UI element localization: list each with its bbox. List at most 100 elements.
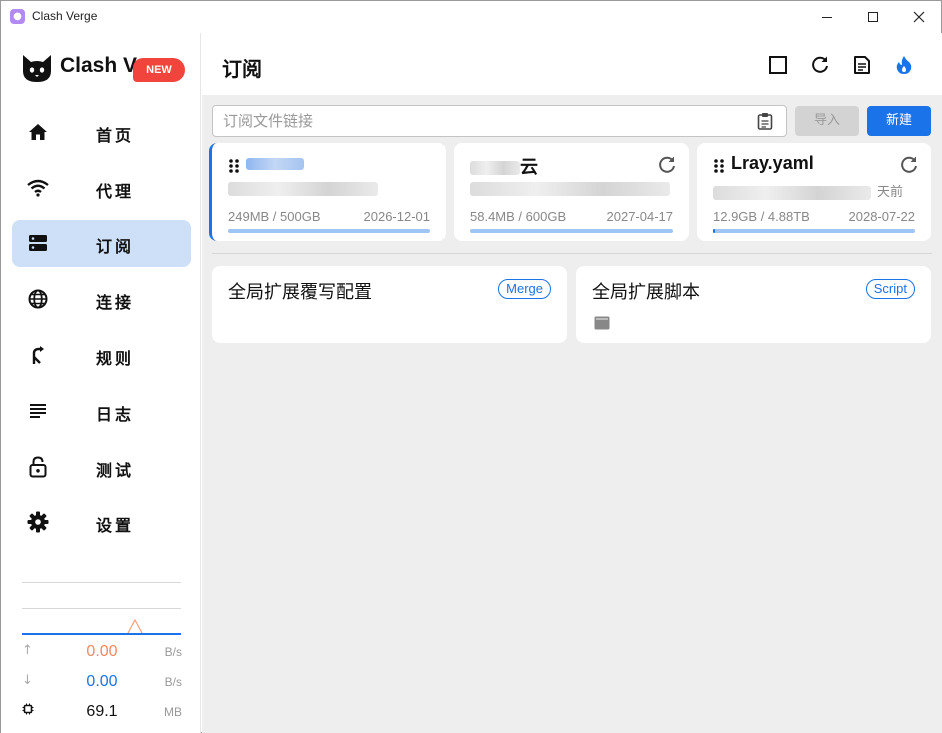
profile-name: 云 — [470, 153, 538, 179]
sidebar-item-label: 首页 — [96, 126, 135, 145]
profile-usage: 12.9GB / 4.88TB — [713, 209, 810, 224]
memory-value: 69.1 — [86, 703, 118, 720]
profile-expire: 2028-07-22 — [848, 209, 916, 224]
extension-type-tag: Script — [865, 279, 915, 299]
title-bar: ● Clash Verge — [1, 1, 941, 33]
profile-card[interactable]: 云 58.4MB / 600GB 2027-04-17 — [454, 143, 689, 241]
sidebar-item-logs[interactable]: 日志 — [12, 388, 191, 435]
section-divider — [212, 253, 932, 254]
maximize-icon — [868, 12, 878, 22]
sidebar-item-rules[interactable]: 规则 — [12, 332, 191, 379]
profile-expire: 2027-04-17 — [606, 209, 674, 224]
refresh-icon — [659, 156, 675, 173]
upload-speed-unit: B/s — [164, 645, 182, 659]
minimize-button[interactable] — [804, 1, 850, 33]
fork-icon — [27, 344, 49, 366]
app-window: ● Clash Verge Clash Verge NEW 首页 代理 — [0, 0, 942, 733]
cat-logo-icon — [23, 55, 51, 82]
profile-expire: 2026-12-01 — [363, 209, 431, 224]
memory-row: 69.1 MB — [22, 703, 182, 723]
main-content: 订阅 订阅文件链接 导入 新建 249MB / 500GB 2026-12-01… — [202, 33, 942, 733]
global-merge-card[interactable]: 全局扩展覆写配置 Merge — [212, 266, 567, 343]
clipboard-icon[interactable] — [757, 112, 773, 134]
extension-title: 全局扩展脚本 — [592, 282, 700, 303]
traffic-graph-peak — [127, 619, 143, 634]
lines-icon — [27, 400, 49, 422]
arrow-down-icon: ↓ — [22, 673, 33, 688]
sidebar-divider — [22, 582, 181, 583]
sidebar-item-home[interactable]: 首页 — [12, 109, 191, 156]
extension-type-tag: Merge — [498, 279, 551, 299]
minimize-icon — [822, 16, 832, 18]
profile-usage-bar — [713, 229, 915, 233]
wifi-icon — [27, 177, 49, 199]
sidebar-item-label: 测试 — [96, 461, 135, 480]
refresh-icon — [812, 56, 828, 73]
sidebar-item-label: 订阅 — [96, 237, 135, 256]
maximize-button[interactable] — [850, 1, 896, 33]
sidebar-item-test[interactable]: 测试 — [12, 444, 191, 491]
home-icon — [27, 121, 49, 143]
sidebar-item-label: 设置 — [96, 516, 135, 535]
download-speed-unit: B/s — [164, 675, 182, 689]
upload-speed-row: ↑ 0.00 B/s — [22, 643, 182, 663]
sidebar-item-label: 连接 — [96, 293, 135, 312]
profile-update-info — [470, 181, 670, 196]
sidebar-item-label: 代理 — [96, 182, 135, 201]
sidebar-item-settings[interactable]: 设置 — [12, 499, 191, 546]
memory-unit: MB — [164, 705, 182, 719]
profile-refresh-button[interactable] — [657, 155, 677, 175]
profile-refresh-button[interactable] — [899, 155, 919, 175]
import-button[interactable]: 导入 — [795, 106, 859, 136]
profile-name — [246, 153, 304, 174]
sidebar: Clash Verge NEW 首页 代理 订阅 连接 — [1, 33, 201, 733]
profile-update-info — [228, 181, 378, 196]
profile-usage: 58.4MB / 600GB — [470, 209, 567, 224]
script-file-icon — [594, 315, 610, 334]
upload-speed-value: 0.00 — [86, 643, 118, 660]
lock-open-icon — [27, 456, 49, 478]
refresh-icon — [901, 156, 917, 173]
fire-icon — [896, 56, 912, 74]
app-cat-icon: ● — [10, 9, 25, 24]
close-icon — [913, 11, 925, 23]
profile-update-info: 天前 — [713, 181, 903, 200]
global-script-card[interactable]: 全局扩展脚本 Script — [576, 266, 931, 343]
profile-card[interactable]: 249MB / 500GB 2026-12-01 — [209, 143, 446, 241]
window-title: Clash Verge — [32, 9, 98, 23]
extension-title: 全局扩展覆写配置 — [228, 282, 372, 303]
profile-usage-bar — [228, 229, 430, 233]
page-title: 订阅 — [222, 57, 262, 81]
sidebar-item-label: 规则 — [96, 349, 135, 368]
arrow-up-icon: ↑ — [22, 643, 33, 658]
memory-chip-icon — [22, 703, 34, 719]
download-speed-row: ↓ 0.00 B/s — [22, 673, 182, 693]
sidebar-item-subscriptions[interactable]: 订阅 — [12, 220, 191, 267]
subscription-url-input[interactable]: 订阅文件链接 — [212, 105, 787, 137]
view-config-button[interactable] — [850, 53, 874, 77]
drag-handle-icon[interactable] — [713, 158, 725, 174]
usage-fill — [713, 229, 716, 233]
refresh-all-button[interactable] — [808, 53, 832, 77]
gear-icon — [27, 511, 49, 533]
fire-button[interactable] — [892, 53, 916, 77]
document-icon — [854, 56, 870, 74]
new-profile-button[interactable]: 新建 — [867, 106, 931, 136]
page-header: 订阅 — [202, 33, 942, 95]
traffic-graph-baseline — [22, 633, 181, 635]
sidebar-item-label: 日志 — [96, 405, 135, 424]
close-button[interactable] — [896, 1, 942, 33]
globe-icon — [27, 288, 49, 310]
drag-handle-icon[interactable] — [228, 158, 240, 174]
profile-card[interactable]: Lray.yaml 天前 12.9GB / 4.88TB 2028-07-22 — [697, 143, 931, 241]
download-speed-value: 0.00 — [86, 673, 118, 690]
sidebar-item-connections[interactable]: 连接 — [12, 276, 191, 323]
logo-text: Clash Verge — [60, 54, 140, 77]
sidebar-item-proxy[interactable]: 代理 — [12, 165, 191, 212]
traffic-graph-top — [22, 608, 181, 609]
select-all-button[interactable] — [766, 53, 790, 77]
profile-name: Lray.yaml — [731, 153, 814, 173]
new-badge[interactable]: NEW — [133, 58, 185, 82]
profile-usage-bar — [470, 229, 673, 233]
dns-icon — [27, 232, 49, 254]
